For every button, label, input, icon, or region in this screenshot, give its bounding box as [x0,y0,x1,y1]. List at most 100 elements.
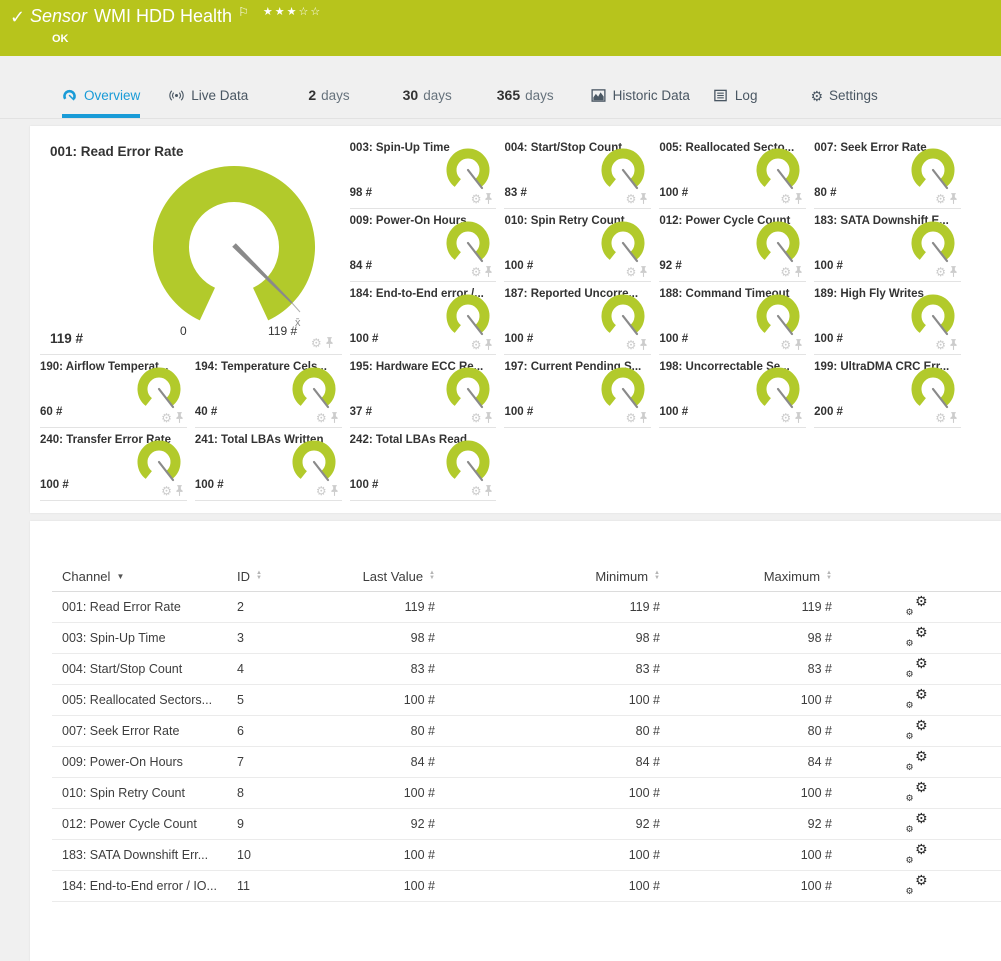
edit-channel-gears-icon[interactable]: ⚙⚙ [906,783,928,801]
channel-id-cell: 5 [237,685,335,716]
pin-icon[interactable] [639,265,648,278]
tab-live-data[interactable]: Live Data [169,88,248,118]
edit-channel-gears-icon[interactable]: ⚙⚙ [906,814,928,832]
channel-gear-icon[interactable]: ⚙ [471,339,482,351]
gauge-cell[interactable]: 195: Hardware ECC Re... 37 # ⚙ [350,355,497,428]
priority-flag-icon[interactable]: ⚐ [238,5,249,19]
pin-icon[interactable] [484,265,493,278]
table-row: 009: Power-On Hours 7 84 # 84 # 84 # ⚙⚙ [52,747,1001,778]
channel-gear-icon[interactable]: ⚙ [316,412,327,424]
channel-gear-icon[interactable]: ⚙ [626,193,637,205]
channel-gear-icon[interactable]: ⚙ [471,412,482,424]
pin-icon[interactable] [949,411,958,424]
pin-icon[interactable] [484,192,493,205]
channel-gear-icon[interactable]: ⚙ [935,339,946,351]
tab-2-days[interactable]: 2 days [308,87,349,118]
channel-gear-icon[interactable]: ⚙ [780,266,791,278]
channel-gear-icon[interactable]: ⚙ [935,193,946,205]
channel-gear-icon[interactable]: ⚙ [471,485,482,497]
gauge-cell[interactable]: 005: Reallocated Secto... 100 # ⚙ [659,136,806,209]
edit-channel-gears-icon[interactable]: ⚙⚙ [906,628,928,646]
channel-gear-icon[interactable]: ⚙ [935,412,946,424]
tab-365-days[interactable]: 365 days [497,87,554,118]
tab-historic-data[interactable]: Historic Data [591,88,690,118]
tab-log[interactable]: Log [713,88,758,118]
pin-icon[interactable] [794,265,803,278]
gauge-cell[interactable]: 197: Current Pending S... 100 # ⚙ [504,355,651,428]
channel-name-cell: 004: Start/Stop Count [52,654,237,685]
channel-gear-icon[interactable]: ⚙ [780,193,791,205]
pin-icon[interactable] [639,411,648,424]
gauge-cell[interactable]: 003: Spin-Up Time 98 # ⚙ [350,136,497,209]
channel-gear-icon[interactable]: ⚙ [935,266,946,278]
gauge-cell[interactable]: 004: Start/Stop Count 83 # ⚙ [504,136,651,209]
channel-gear-icon[interactable]: ⚙ [626,266,637,278]
gauge-cell[interactable]: 010: Spin Retry Count 100 # ⚙ [504,209,651,282]
pin-icon[interactable] [949,265,958,278]
channel-gear-icon[interactable]: ⚙ [161,485,172,497]
pin-icon[interactable] [949,192,958,205]
gauge-cell[interactable]: 187: Reported Uncorre... 100 # ⚙ [504,282,651,355]
pin-icon[interactable] [484,411,493,424]
column-header-minimum[interactable]: Minimum ▲▼ [435,561,660,592]
pin-icon[interactable] [175,484,184,497]
star-icon[interactable]: ★ [263,6,275,18]
column-header-maximum[interactable]: Maximum ▲▼ [660,561,832,592]
tab-settings[interactable]: ⚙ Settings [810,88,877,118]
channel-gear-icon[interactable]: ⚙ [311,337,322,349]
gauge-cell[interactable]: 199: UltraDMA CRC Err... 200 # ⚙ [814,355,961,428]
star-icon[interactable]: ★ [287,6,299,18]
gauge-cell[interactable]: 240: Transfer Error Rate 100 # ⚙ [40,428,187,501]
pin-icon[interactable] [949,338,958,351]
gauge-cell[interactable]: 007: Seek Error Rate 80 # ⚙ [814,136,961,209]
column-header-channel[interactable]: Channel ▼ [52,561,237,592]
rating-stars[interactable]: ★★★☆☆ [263,6,322,18]
gauge-cell[interactable]: 190: Airflow Temperat... 60 # ⚙ [40,355,187,428]
channel-gear-icon[interactable]: ⚙ [471,193,482,205]
gauge-cell[interactable]: 241: Total LBAs Written 100 # ⚙ [195,428,342,501]
gauge-cell[interactable]: 012: Power Cycle Count 92 # ⚙ [659,209,806,282]
gauge-cell[interactable]: 194: Temperature Cels... 40 # ⚙ [195,355,342,428]
gauges-panel: x̄ 001: Read Error Rate 0 119 # 119 # ⚙ … [30,126,1001,513]
pin-icon[interactable] [794,338,803,351]
gauge-cell[interactable]: 242: Total LBAs Read 100 # ⚙ [350,428,497,501]
star-icon[interactable]: ☆ [298,6,310,18]
pin-icon[interactable] [639,192,648,205]
pin-icon[interactable] [325,336,334,349]
edit-channel-gears-icon[interactable]: ⚙⚙ [906,845,928,863]
column-header-last-value[interactable]: Last Value ▲▼ [335,561,435,592]
channel-gear-icon[interactable]: ⚙ [780,339,791,351]
pin-icon[interactable] [175,411,184,424]
pin-icon[interactable] [484,338,493,351]
gauge-cell[interactable]: 198: Uncorrectable Se... 100 # ⚙ [659,355,806,428]
star-icon[interactable]: ★ [275,6,287,18]
edit-channel-gears-icon[interactable]: ⚙⚙ [906,721,928,739]
pin-icon[interactable] [639,338,648,351]
pin-icon[interactable] [794,411,803,424]
tab-30-days[interactable]: 30 days [403,87,452,118]
edit-channel-gears-icon[interactable]: ⚙⚙ [906,597,928,615]
tab-overview[interactable]: Overview [62,88,140,118]
edit-channel-gears-icon[interactable]: ⚙⚙ [906,690,928,708]
gauge-cell[interactable]: 184: End-to-End error /... 100 # ⚙ [350,282,497,355]
column-header-id[interactable]: ID ▲▼ [237,561,335,592]
channel-gear-icon[interactable]: ⚙ [161,412,172,424]
gauge-cell[interactable]: 189: High Fly Writes 100 # ⚙ [814,282,961,355]
edit-channel-gears-icon[interactable]: ⚙⚙ [906,876,928,894]
star-icon[interactable]: ☆ [310,6,322,18]
channel-gear-icon[interactable]: ⚙ [471,266,482,278]
edit-channel-gears-icon[interactable]: ⚙⚙ [906,752,928,770]
pin-icon[interactable] [330,411,339,424]
gauge-cell[interactable]: 009: Power-On Hours 84 # ⚙ [350,209,497,282]
channel-gear-icon[interactable]: ⚙ [626,339,637,351]
gauge-cell[interactable]: 183: SATA Downshift E... 100 # ⚙ [814,209,961,282]
edit-channel-gears-icon[interactable]: ⚙⚙ [906,659,928,677]
primary-gauge-cell[interactable]: x̄ 001: Read Error Rate 0 119 # 119 # ⚙ [40,136,342,355]
pin-icon[interactable] [794,192,803,205]
gauge-cell[interactable]: 188: Command Timeout 100 # ⚙ [659,282,806,355]
pin-icon[interactable] [484,484,493,497]
channel-gear-icon[interactable]: ⚙ [780,412,791,424]
pin-icon[interactable] [330,484,339,497]
channel-gear-icon[interactable]: ⚙ [316,485,327,497]
channel-gear-icon[interactable]: ⚙ [626,412,637,424]
